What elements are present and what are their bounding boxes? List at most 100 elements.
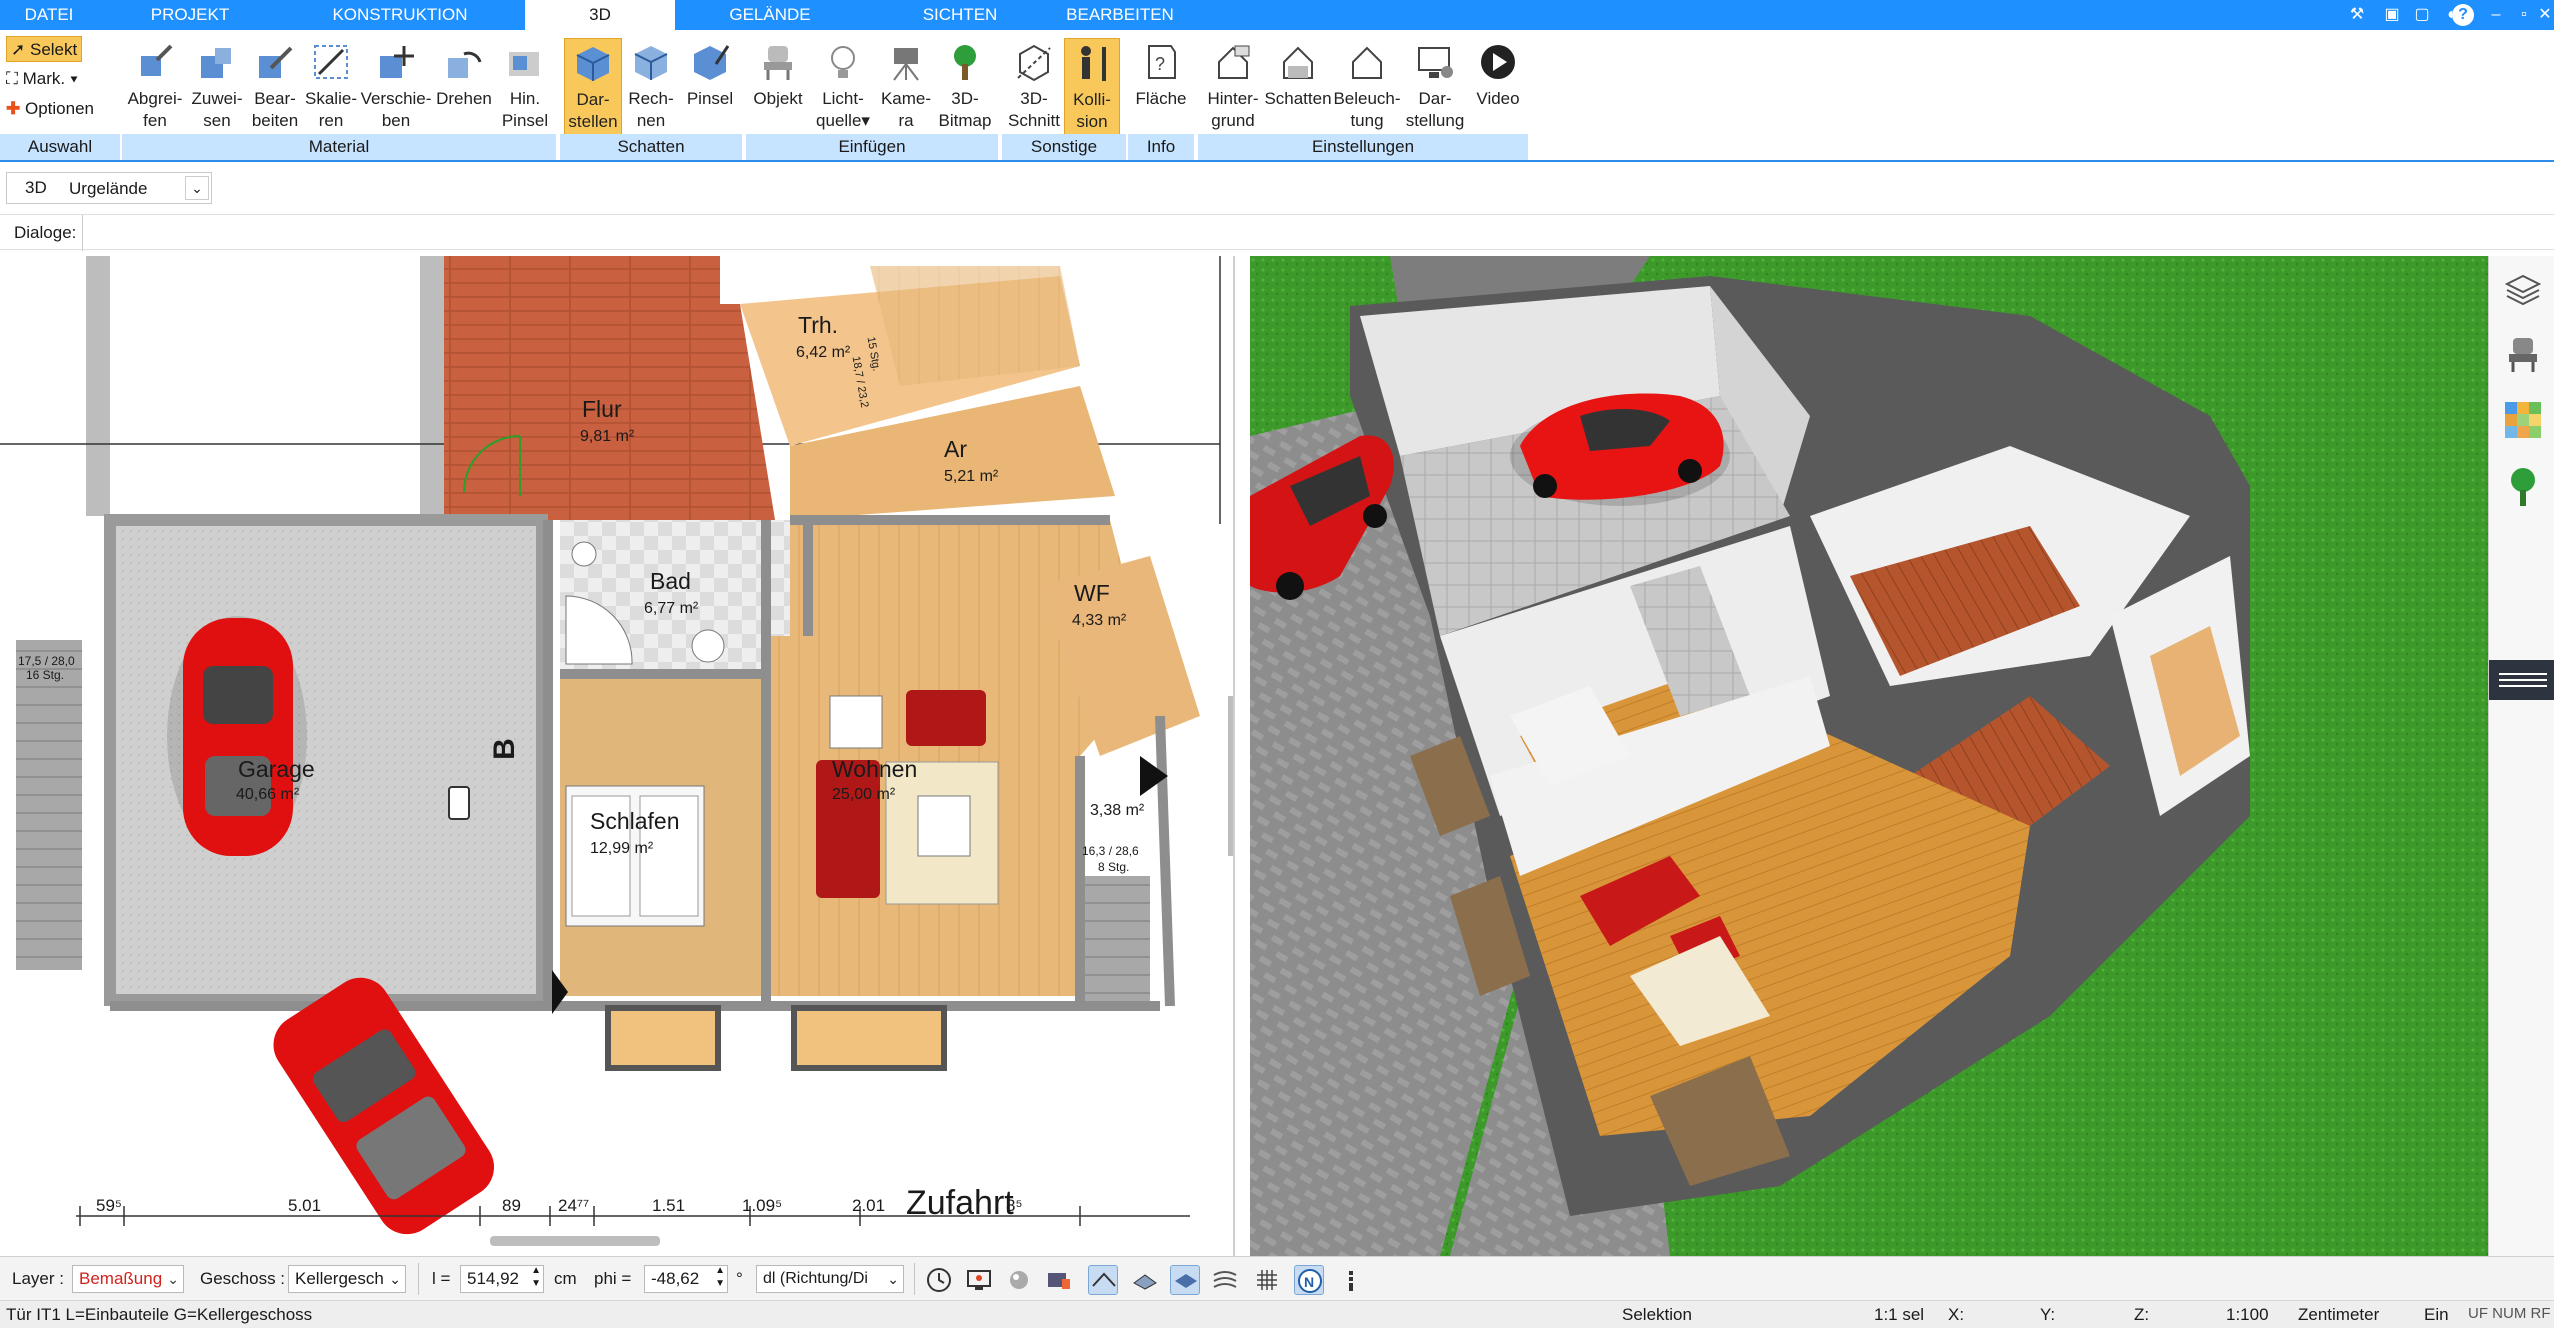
angle-input[interactable]: -48,62 ▲ ▼ [644, 1265, 728, 1293]
chair-icon [764, 46, 792, 80]
button-line1: Beleuch- [1333, 89, 1401, 108]
chevron-down-icon: ⌄ [167, 1271, 179, 1287]
tab-bearbeiten[interactable]: BEARBEITEN [1050, 0, 1190, 30]
grid-icon[interactable] [1252, 1265, 1282, 1295]
more-icon[interactable] [1336, 1265, 1366, 1295]
material-pick-button[interactable]: Abgrei-fen [124, 38, 186, 144]
tab-sichten[interactable]: SICHTEN [890, 0, 1030, 30]
insert-camera-button[interactable]: Kame-ra [876, 38, 936, 144]
material-scale-button[interactable]: Skalie-ren [300, 38, 362, 144]
divider [914, 1263, 915, 1295]
dimension-value: 1.09⁵ [742, 1196, 783, 1215]
tools-icon[interactable]: ⚒ [2345, 3, 2369, 27]
material-assign-button[interactable]: Zuwei-sen [186, 38, 248, 144]
minimize-icon[interactable]: – [2484, 3, 2508, 27]
panel-menu-button[interactable] [2489, 660, 2554, 700]
dialoge-label: Dialoge: [14, 223, 77, 242]
help-icon[interactable]: ? [2452, 4, 2474, 26]
floor-select[interactable]: Kellergesch ⌄ [288, 1265, 406, 1293]
plane-icon[interactable] [1170, 1265, 1200, 1295]
shadow-calculate-button[interactable]: Rech-nen [622, 38, 680, 144]
button-line2: ben [381, 111, 411, 130]
mark-button[interactable]: ⛶ Mark. ▾ [6, 66, 78, 92]
camera-move-icon[interactable] [1044, 1265, 1074, 1295]
tab-projekt[interactable]: PROJEKT [120, 0, 260, 30]
video-button[interactable]: Video [1468, 38, 1528, 144]
clock-icon[interactable] [924, 1265, 954, 1295]
garage-car [167, 616, 307, 856]
length-unit: cm [554, 1269, 577, 1288]
3d-rendering [1250, 256, 2488, 1256]
layer-select[interactable]: Bemaßung ⌄ [72, 1265, 184, 1293]
tab-3d[interactable]: 3D [525, 0, 675, 30]
tab-datei[interactable]: DATEI [0, 0, 98, 30]
chevron-down-icon: ⌄ [389, 1271, 401, 1287]
3d-view[interactable] [1250, 256, 2488, 1256]
material-brush-button[interactable]: Hin. Pinsel [494, 38, 556, 144]
terrain-select[interactable]: 3D Urgelände ⌄ [6, 172, 212, 204]
surface-icon[interactable] [1130, 1265, 1160, 1295]
insert-object-button[interactable]: Objekt [748, 38, 808, 144]
lighting-button[interactable]: Beleuch-tung [1332, 38, 1402, 144]
close-icon[interactable]: ✕ [2536, 3, 2554, 27]
texture-icon[interactable] [1210, 1265, 1240, 1295]
mark-icon: ⛶ [6, 69, 18, 88]
pipette-icon [141, 44, 173, 76]
side-toolbar [2488, 256, 2554, 1256]
select-tool-button[interactable]: ➚ Selekt [6, 36, 83, 62]
render-icon[interactable] [1004, 1265, 1034, 1295]
material-edit-button[interactable]: Bear-beiten [244, 38, 306, 144]
section-3d-button[interactable]: 3D- Schnitt [1004, 38, 1064, 144]
shadow-show-button[interactable]: Dar-stellen [564, 38, 622, 144]
tab-konstruktion[interactable]: KONSTRUKTION [320, 0, 480, 30]
window-icon[interactable]: ▢ [2410, 3, 2434, 27]
stepper-icon[interactable]: ▲ ▼ [715, 1264, 725, 1290]
monitor-gear-icon [1418, 47, 1453, 78]
chevron-down-icon[interactable]: ⌄ [185, 176, 209, 200]
material-rotate-button[interactable]: Drehen [432, 38, 496, 144]
floor-plan-view[interactable]: Flur 9,81 m² Trh. 6,42 m² Ar 5,21 m² Bad… [0, 256, 1235, 1256]
section-mark: B [487, 738, 521, 760]
floor-select-value: Kellergesch [295, 1269, 384, 1288]
group-einstellungen: Einstellungen [1198, 134, 1528, 160]
material-move-button[interactable]: Verschie-ben [356, 38, 436, 144]
button-line1: 3D- [951, 89, 979, 108]
display-settings-button[interactable]: Dar-stellung [1400, 38, 1470, 144]
group-schatten: Schatten [560, 134, 742, 160]
chair-icon[interactable] [2505, 336, 2541, 372]
direction-select[interactable]: dl (Richtung/Di ⌄ [756, 1265, 904, 1293]
shadow-settings-button[interactable]: Schatten [1262, 38, 1334, 144]
options-button[interactable]: ✚ Optionen [6, 96, 94, 122]
monitor-icon[interactable] [964, 1265, 994, 1295]
insert-light-button[interactable]: Licht-quelle▾ [808, 38, 878, 144]
export-icon[interactable]: ▣ [2380, 3, 2404, 27]
material-palette-icon[interactable] [2505, 402, 2541, 438]
background-button[interactable]: Hinter-grund [1200, 38, 1266, 144]
roof-view-icon[interactable] [1088, 1265, 1118, 1295]
material-edit-icon [259, 46, 293, 78]
length-input[interactable]: 514,92 ▲ ▼ [460, 1265, 544, 1293]
chevron-down-icon: ⌄ [887, 1271, 899, 1287]
dimension-value: 1.51 [652, 1196, 686, 1215]
move-icon [380, 46, 414, 78]
north-icon[interactable]: N [1294, 1265, 1324, 1295]
collision-button[interactable]: Kolli-sion [1064, 38, 1120, 144]
plant-icon[interactable] [2505, 466, 2541, 506]
area-info-button[interactable]: ? Fläche [1130, 38, 1192, 144]
shadow-brush-button[interactable]: Pinsel [680, 38, 740, 144]
tab-gelaende[interactable]: GELÄNDE [700, 0, 840, 30]
button-line1: 3D- [1020, 89, 1048, 108]
room-area: 5,21 m² [944, 468, 999, 485]
button-line1: Verschie- [360, 89, 432, 108]
length-value: 514,92 [467, 1269, 519, 1288]
layers-icon[interactable] [2504, 272, 2542, 308]
driveway-label: Zufahrt [906, 1184, 1014, 1222]
maximize-icon[interactable]: ▫ [2512, 3, 2536, 27]
divider [418, 1263, 419, 1295]
dimension-value: 5.01 [288, 1196, 322, 1215]
button-line2: nen [636, 111, 666, 130]
house-shadow-icon [1283, 46, 1313, 79]
insert-bitmap-button[interactable]: 3D- Bitmap [934, 38, 996, 144]
brush-icon [509, 52, 539, 76]
stepper-icon[interactable]: ▲ ▼ [531, 1264, 541, 1290]
